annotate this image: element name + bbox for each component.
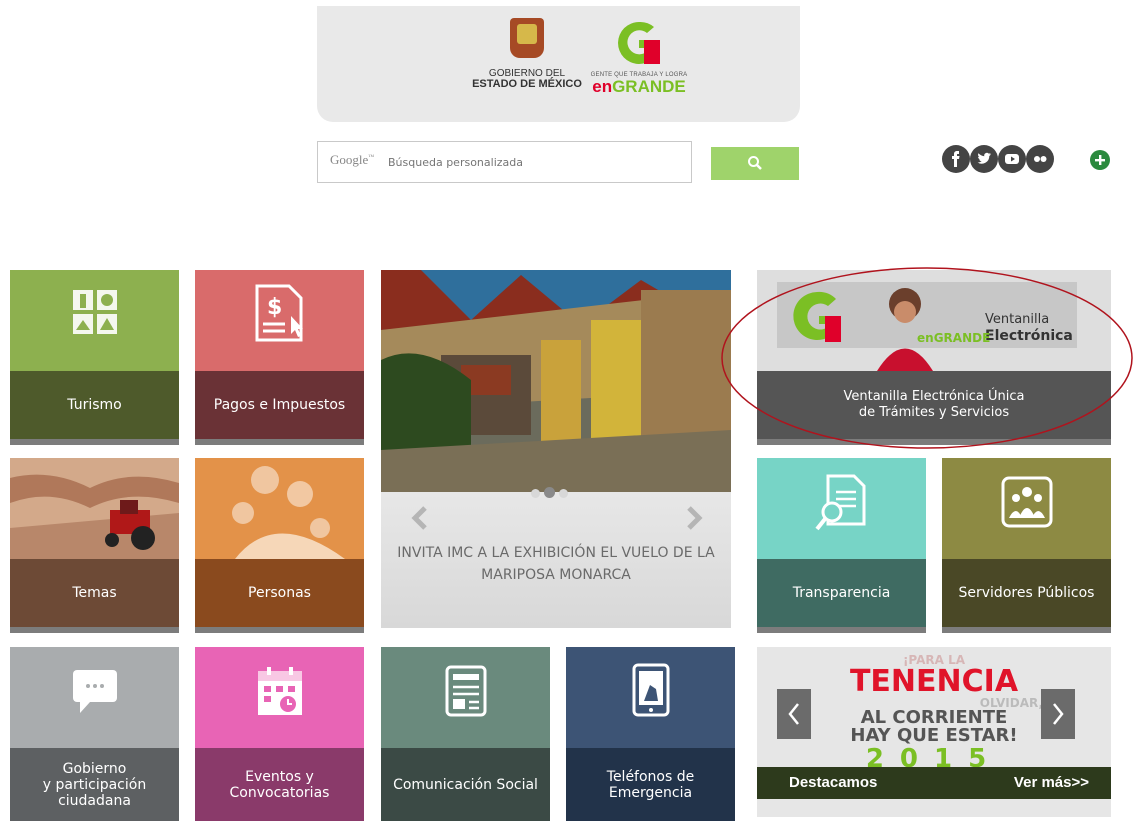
chevron-left-icon xyxy=(788,703,799,725)
tractor-photo xyxy=(10,458,179,559)
ver-mas-link[interactable]: Ver más>> xyxy=(1014,774,1089,791)
promo-banner-tenencia[interactable]: ¡PARA LA TENENCIA OLVIDAR, AL CORRIENTE … xyxy=(757,647,1111,817)
tile-telefonos-emergencia[interactable]: Teléfonos de Emergencia xyxy=(566,647,735,821)
carousel-dots xyxy=(529,485,570,503)
tile-label: Eventos y Convocatorias xyxy=(195,748,364,821)
promo-footer-bar: Destacamos Ver más>> xyxy=(757,767,1111,799)
tile-label: Pagos e Impuestos xyxy=(195,371,364,439)
destacamos-label: Destacamos xyxy=(789,774,878,791)
tile-label: Turismo xyxy=(10,371,179,439)
group-people-icon xyxy=(1001,476,1052,528)
tile-servidores-publicos[interactable]: Servidores Públicos xyxy=(942,458,1111,633)
tile-comunicacion-social[interactable]: Comunicación Social xyxy=(381,647,550,821)
carousel-photo xyxy=(381,270,731,492)
highlight-ring xyxy=(721,267,1133,449)
tile-label: Transparencia xyxy=(757,559,926,627)
news-carousel[interactable]: INVITA IMC A LA EXHIBICIÓN EL VUELO DE L… xyxy=(381,270,731,628)
chevron-right-icon xyxy=(1053,703,1064,725)
gobierno-logo[interactable]: GOBIERNO DEL ESTADO DE MÉXICO xyxy=(467,18,587,108)
newspaper-icon xyxy=(445,665,486,717)
svg-text:$: $ xyxy=(267,295,282,320)
tile-label: Teléfonos de Emergencia xyxy=(566,748,735,821)
tile-transparencia[interactable]: Transparencia xyxy=(757,458,926,633)
phone-icon xyxy=(632,663,669,717)
youtube-icon[interactable] xyxy=(998,145,1026,173)
google-brand: Google™ xyxy=(330,152,375,167)
gov-line2: ESTADO DE MÉXICO xyxy=(472,78,582,90)
tile-label: Gobierno y participación ciudadana xyxy=(10,748,179,821)
tile-pagos-impuestos[interactable]: $ Pagos e Impuestos xyxy=(195,270,364,445)
crest-icon xyxy=(510,18,544,58)
tile-gobierno-participacion[interactable]: Gobierno y participación ciudadana xyxy=(10,647,179,821)
carousel-caption[interactable]: INVITA IMC A LA EXHIBICIÓN EL VUELO DE L… xyxy=(381,542,731,586)
facebook-icon[interactable] xyxy=(942,145,970,173)
promo-next-button[interactable] xyxy=(1041,689,1075,739)
family-photo xyxy=(195,458,364,559)
tile-label: Servidores Públicos xyxy=(942,559,1111,627)
payment-document-icon: $ xyxy=(255,284,303,342)
tile-label: Temas xyxy=(10,559,179,627)
promo-prev-button[interactable] xyxy=(777,689,811,739)
tile-eventos-convocatorias[interactable]: Eventos y Convocatorias xyxy=(195,647,364,821)
tile-label: Personas xyxy=(195,559,364,627)
search-field[interactable]: Google™ xyxy=(317,141,692,183)
g-logo-icon xyxy=(614,20,664,64)
chevron-right-icon[interactable] xyxy=(683,506,703,530)
flickr-icon[interactable] xyxy=(1026,145,1054,173)
carousel-dot-active[interactable] xyxy=(544,487,555,498)
plus-icon[interactable] xyxy=(1090,150,1110,170)
turismo-icon xyxy=(72,290,117,334)
tile-temas[interactable]: Temas xyxy=(10,458,179,633)
document-search-icon xyxy=(814,474,865,531)
search-input[interactable] xyxy=(386,150,680,174)
header-banner: GOBIERNO DEL ESTADO DE MÉXICO GENTE QUE … xyxy=(317,6,800,122)
engrande-logo[interactable]: GENTE QUE TRABAJA Y LOGRA enGRANDE xyxy=(583,20,695,110)
tile-turismo[interactable]: Turismo xyxy=(10,270,179,445)
calendar-icon xyxy=(257,667,302,715)
chevron-left-icon[interactable] xyxy=(411,506,431,530)
twitter-icon[interactable] xyxy=(970,145,998,173)
brand-word: enGRANDE xyxy=(592,77,686,96)
carousel-dot[interactable] xyxy=(559,489,568,498)
search-button[interactable] xyxy=(711,147,799,180)
tile-personas[interactable]: Personas xyxy=(195,458,364,633)
search-icon xyxy=(748,156,762,170)
carousel-dot[interactable] xyxy=(531,489,540,498)
chat-bubble-icon xyxy=(72,670,117,713)
tile-label: Comunicación Social xyxy=(381,748,550,821)
